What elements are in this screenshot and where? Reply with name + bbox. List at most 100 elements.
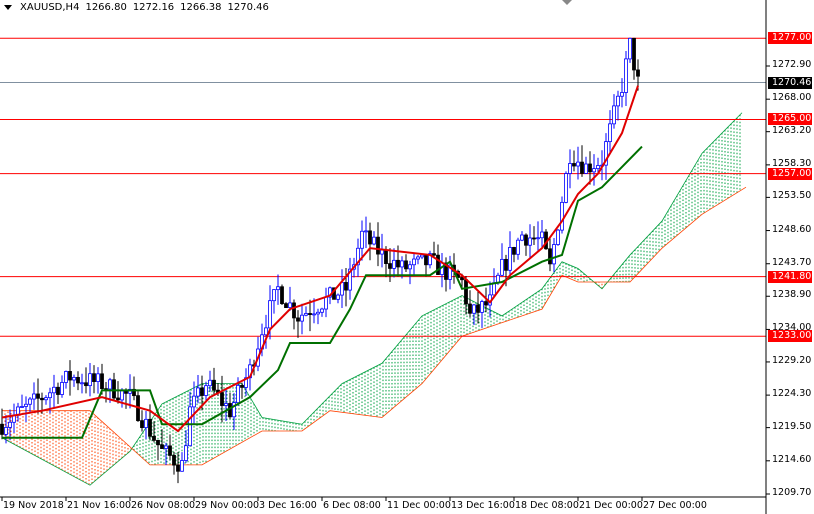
candle-body (416, 256, 420, 260)
candle-body (204, 385, 208, 396)
candle-body (112, 379, 116, 399)
candle-body (340, 282, 344, 296)
candle-body (152, 435, 156, 441)
candle-body (620, 92, 624, 97)
candle-body (500, 258, 504, 276)
time-axis-label: 19 Nov 2018 (3, 500, 64, 511)
candle-body (304, 313, 308, 316)
candle-body (68, 371, 72, 381)
candle-body (460, 277, 464, 281)
candle-body (520, 234, 524, 241)
time-axis-label: 21 Dec 00:00 (579, 500, 643, 511)
candle-body (0, 423, 4, 435)
price-axis-label: 1214.60 (772, 453, 812, 465)
candle-body (296, 317, 300, 322)
candle-body (48, 392, 52, 399)
candle-body (300, 314, 304, 322)
candle-body (196, 387, 200, 397)
candle-body (480, 301, 484, 313)
candle-body (408, 264, 412, 270)
candle-body (344, 282, 348, 291)
candle-body (388, 263, 392, 269)
candle-body (88, 373, 92, 387)
price-axis-label: 1229.20 (772, 354, 812, 366)
price-axis-label: 1243.70 (772, 256, 812, 268)
candle-body (420, 254, 424, 258)
candle-body (116, 397, 120, 401)
candle-body (400, 260, 404, 268)
candle-body (536, 237, 540, 240)
candle-body (28, 398, 32, 405)
candle-body (308, 313, 312, 315)
candle-body (376, 236, 380, 255)
candle-body (412, 258, 416, 266)
candle-body (596, 165, 600, 170)
price-level-tag: 1270.46 (768, 76, 812, 89)
candle-body (360, 230, 364, 249)
candle-body (32, 393, 36, 400)
chart-shift-marker-icon (562, 0, 572, 5)
candle-body (516, 239, 520, 255)
candle-body (628, 37, 632, 60)
price-axis-label: 1253.50 (772, 190, 812, 202)
candle-body (168, 445, 172, 456)
candle-body (160, 444, 164, 449)
price-axis-label: 1248.60 (772, 223, 812, 235)
candle-body (588, 163, 592, 173)
time-axis-label: 3 Dec 16:00 (259, 500, 317, 511)
candle-body (20, 406, 24, 408)
candle-body (208, 379, 212, 387)
price-axis-label: 1224.30 (772, 388, 812, 400)
close-value: 1270.46 (227, 2, 269, 13)
price-axis-label: 1272.90 (772, 59, 812, 70)
time-axis-label: 27 Dec 00:00 (643, 500, 707, 511)
candle-body (476, 304, 480, 313)
candle-body (60, 382, 64, 395)
candle-body (380, 249, 384, 255)
candle-body (236, 384, 240, 404)
time-axis-label: 6 Dec 08:00 (323, 500, 381, 511)
low-value: 1266.38 (180, 2, 222, 13)
candle-body (636, 69, 640, 77)
candle-body (364, 230, 368, 233)
candle-body (4, 427, 8, 435)
time-axis-label: 18 Dec 08:00 (515, 500, 579, 511)
candle-body (484, 301, 488, 306)
candle-body (80, 382, 84, 385)
candle-body (528, 237, 532, 246)
time-axis-label: 26 Nov 08:00 (131, 500, 196, 511)
candle-body (164, 445, 168, 449)
dropdown-triangle-icon[interactable] (4, 5, 12, 10)
candle-body (592, 168, 596, 173)
price-level-tag: 1233.00 (768, 330, 812, 343)
candle-body (44, 397, 48, 401)
price-level-tag: 1265.00 (768, 113, 812, 126)
candle-body (384, 249, 388, 264)
candle-body (284, 303, 288, 308)
price-axis-label: 1263.20 (772, 124, 812, 136)
time-axis-label: 13 Dec 16:00 (451, 500, 515, 511)
candle-body (568, 163, 572, 174)
candle-body (268, 300, 272, 329)
candle-body (504, 258, 508, 271)
candle-body (140, 420, 144, 428)
candle-body (120, 390, 124, 401)
candle-body (616, 95, 620, 107)
time-axis-label: 29 Nov 00:00 (195, 500, 260, 511)
candle-body (424, 254, 428, 266)
open-value: 1266.80 (85, 2, 127, 13)
candle-body (148, 418, 152, 437)
price-level-tag: 1257.00 (768, 167, 812, 180)
candle-body (184, 445, 188, 461)
candle-body (100, 373, 104, 390)
candle-body (468, 303, 472, 314)
candle-body (92, 373, 96, 382)
candle-body (188, 406, 192, 447)
candle-body (572, 163, 576, 167)
price-chart[interactable] (0, 0, 814, 514)
price-axis-label: 1268.00 (772, 92, 812, 104)
candle-body (176, 464, 180, 472)
candle-body (192, 395, 196, 408)
kijun-sen-line (2, 145, 643, 439)
candle-body (64, 371, 68, 383)
